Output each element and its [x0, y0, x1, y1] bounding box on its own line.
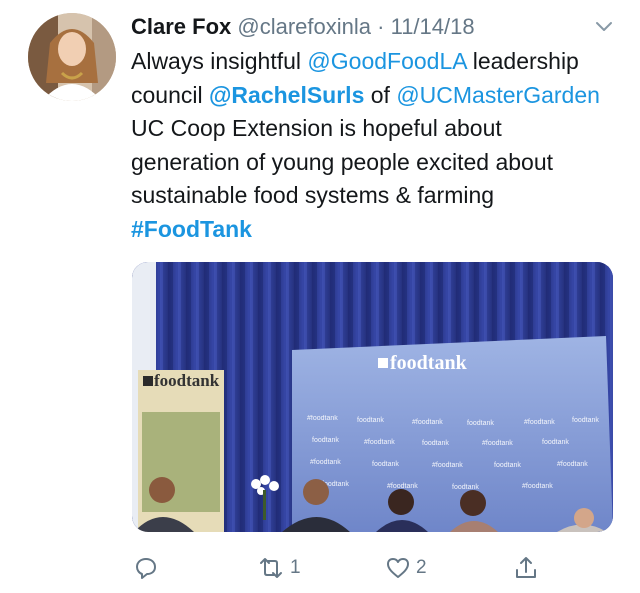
backdrop-tile: #foodtank	[307, 415, 338, 422]
reply-icon	[136, 558, 156, 579]
backdrop-tile: #foodtank	[524, 419, 555, 426]
hashtag-link[interactable]: #FoodTank	[131, 216, 252, 242]
retweet-button[interactable]: 1	[256, 554, 301, 582]
tweet-text: Always insightful @GoodFoodLA leadership…	[131, 45, 611, 246]
reply-button[interactable]	[132, 554, 160, 582]
tweet-date[interactable]: 11/14/18	[391, 14, 475, 39]
retweet-icon	[260, 558, 282, 578]
author-handle[interactable]: @clarefoxinla	[237, 14, 371, 39]
tweet-actions: 1 2	[0, 548, 640, 588]
backdrop-tile: foodtank	[422, 440, 449, 447]
backdrop-tile: foodtank	[452, 484, 479, 491]
mention-link[interactable]: @GoodFoodLA	[307, 48, 466, 74]
backdrop-tile: #foodtank	[557, 461, 588, 468]
banner-logo: foodtank	[154, 371, 220, 390]
chevron-down-icon[interactable]	[591, 18, 617, 36]
tweet-text-part: Always insightful	[131, 48, 308, 74]
backdrop-tile: foodtank	[372, 461, 399, 468]
backdrop-tile: #foodtank	[387, 483, 418, 490]
backdrop-logo: foodtank	[390, 352, 468, 374]
backdrop-tile: foodtank	[312, 437, 339, 444]
logo-backdrop: foodtank #foodtank foodtank #foodtank fo…	[292, 336, 613, 532]
author-name[interactable]: Clare Fox	[131, 14, 231, 39]
tweet-photo[interactable]: foodtank foodtank #foodtank foodtank #fo…	[132, 262, 613, 532]
backdrop-tile: foodtank	[357, 417, 384, 424]
tweet-text-part: UC Coop Extension is hopeful about gener…	[131, 115, 553, 208]
backdrop-tile: foodtank	[572, 417, 599, 424]
mention-link[interactable]: @RachelSurls	[209, 82, 364, 108]
backdrop-tile: #foodtank	[432, 462, 463, 469]
backdrop-tile: foodtank	[494, 462, 521, 469]
share-button[interactable]	[512, 554, 540, 582]
avatar[interactable]	[28, 13, 116, 101]
heart-icon	[387, 558, 409, 578]
backdrop-tile: #foodtank	[412, 419, 443, 426]
backdrop-tile: #foodtank	[364, 439, 395, 446]
backdrop-tile: #foodtank	[522, 483, 553, 490]
backdrop-tile: foodtank	[542, 439, 569, 446]
header-separator: ·	[377, 14, 385, 39]
like-count: 2	[416, 557, 427, 578]
mention-link[interactable]: @UCMasterGarden	[396, 82, 600, 108]
tweet-text-part: of	[364, 81, 397, 108]
share-icon	[516, 557, 536, 578]
backdrop-tile: #foodtank	[310, 459, 341, 466]
left-banner: foodtank	[138, 370, 224, 532]
tweet-header: Clare Fox @clarefoxinla · 11/14/18	[131, 12, 475, 42]
retweet-count: 1	[290, 557, 301, 578]
like-button[interactable]: 2	[384, 554, 427, 582]
backdrop-tile: foodtank	[467, 420, 494, 427]
backdrop-tile: #foodtank	[482, 440, 513, 447]
